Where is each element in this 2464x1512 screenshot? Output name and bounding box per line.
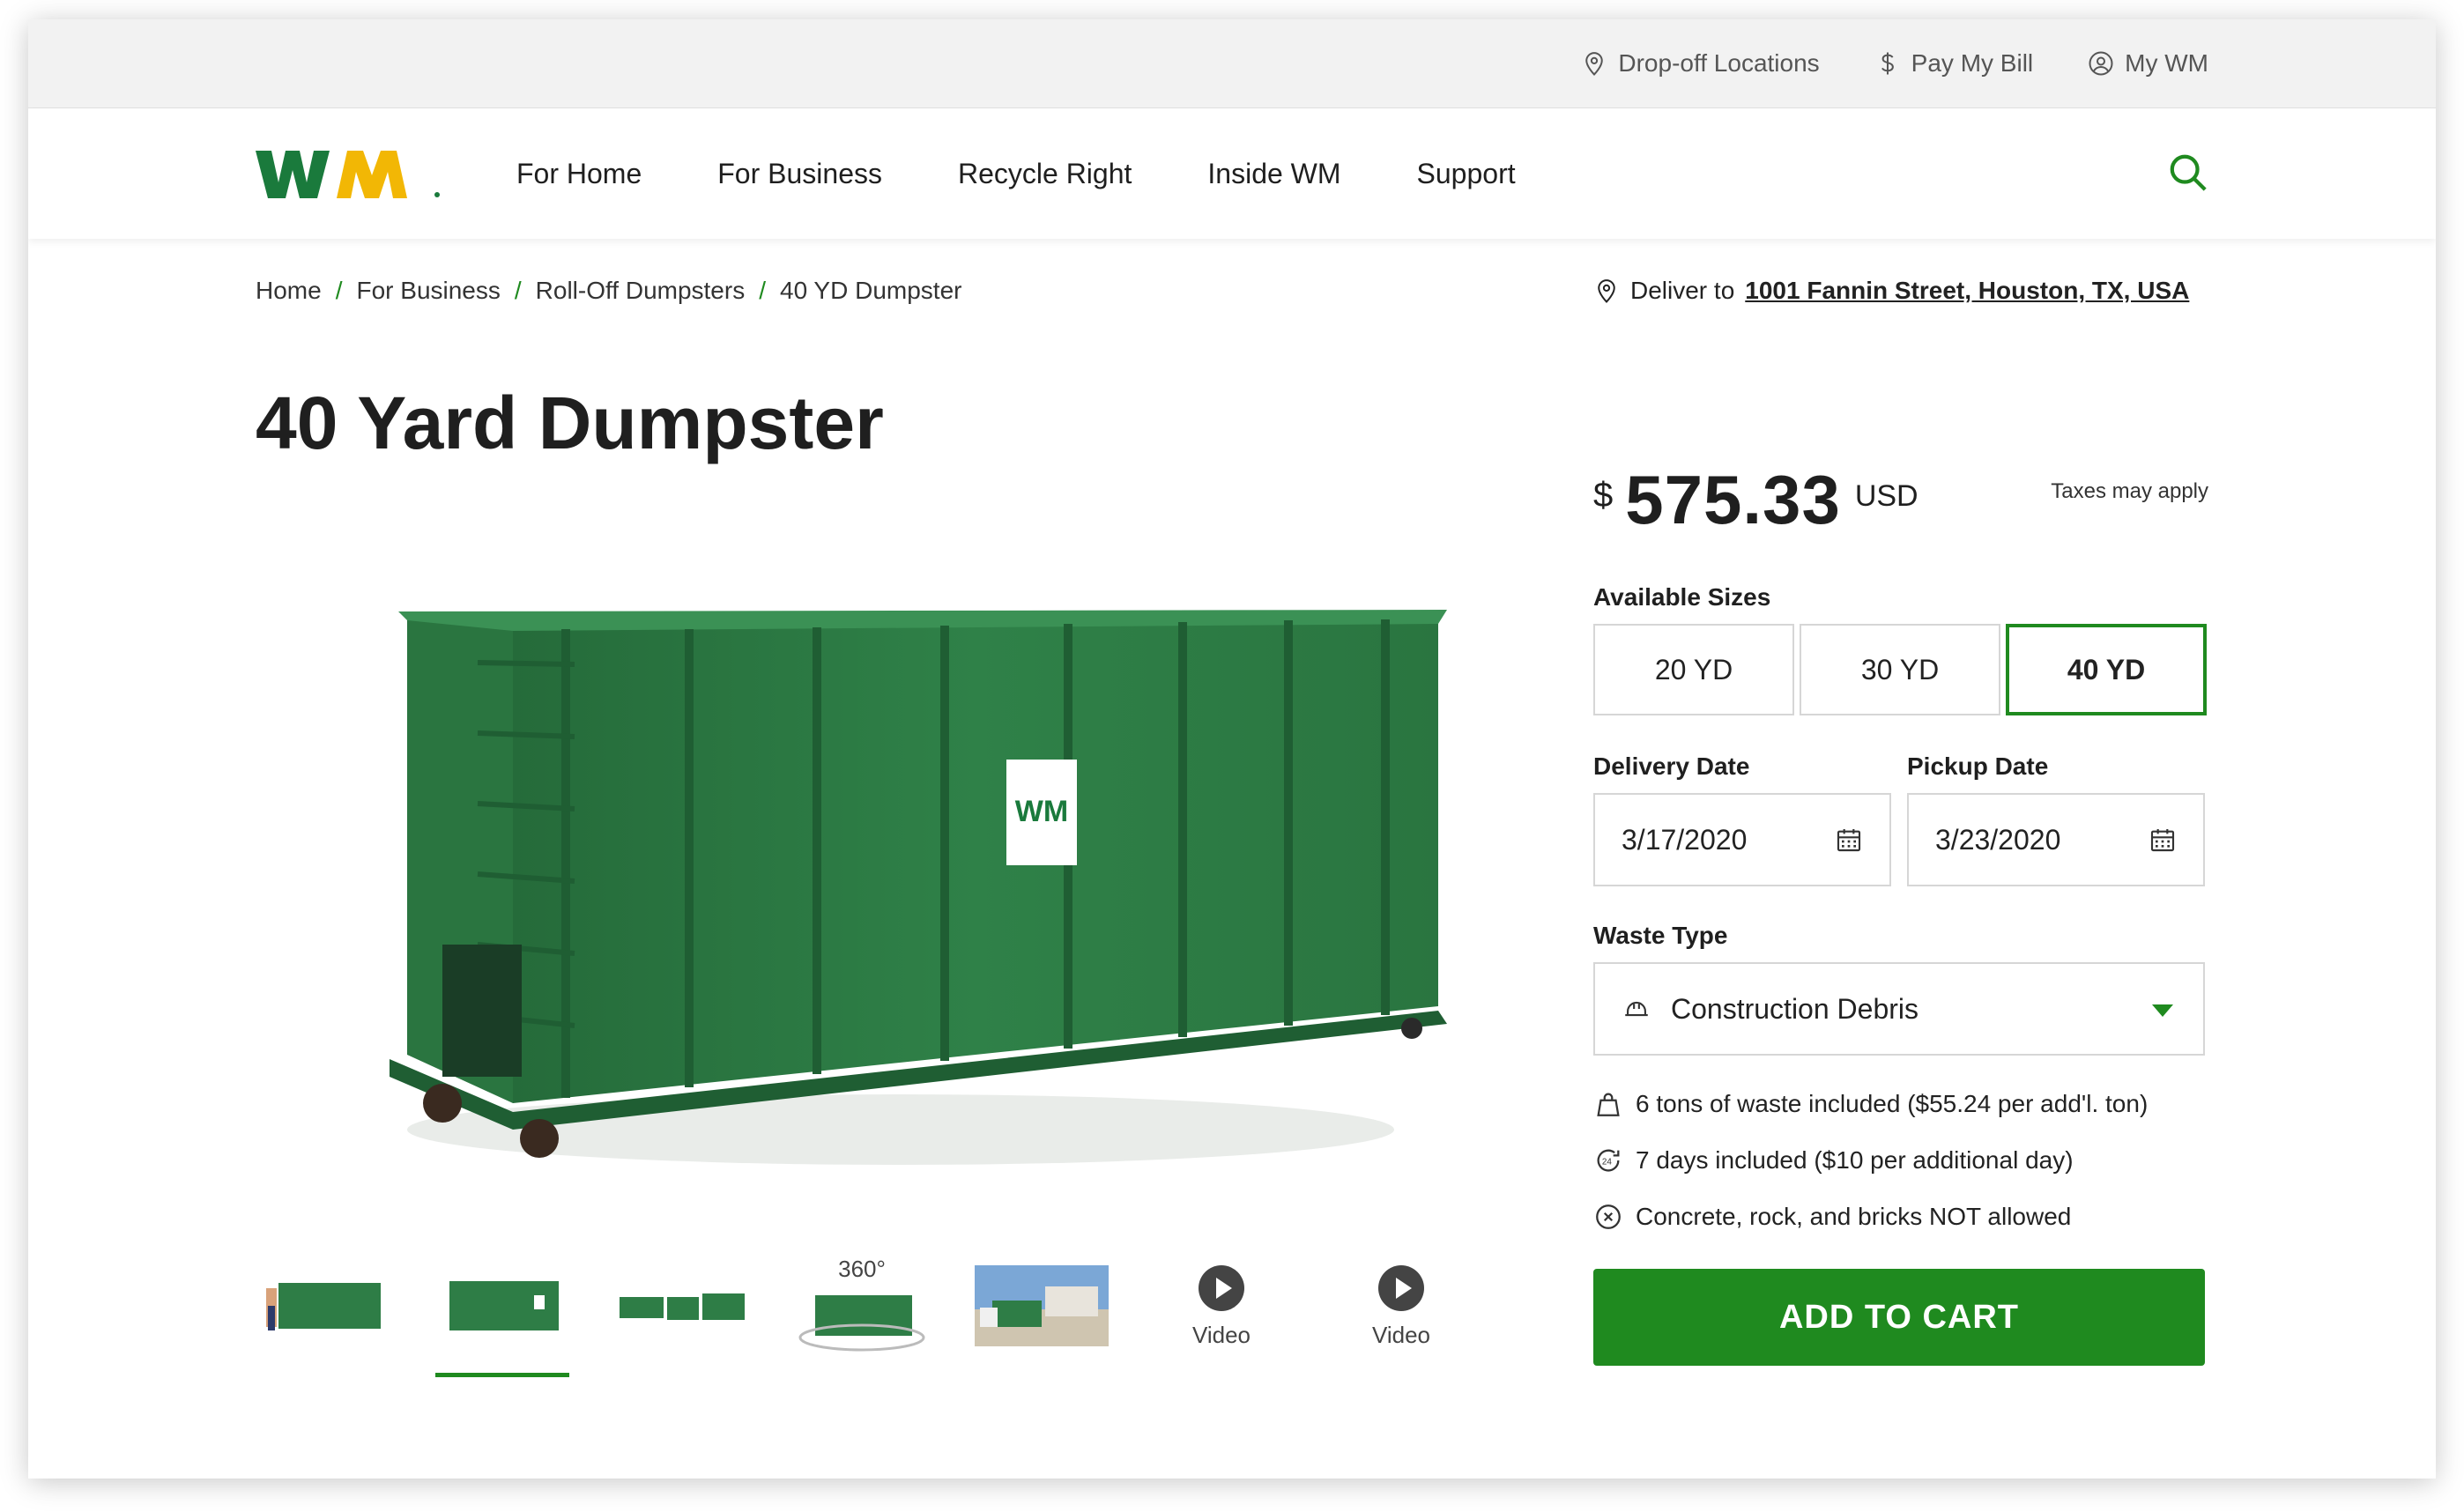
thumbnail-delivery-truck-photo[interactable] bbox=[975, 1253, 1109, 1359]
pickup-date-input[interactable]: 3/23/2020 bbox=[1907, 793, 2205, 886]
my-wm-label: My WM bbox=[2125, 49, 2208, 77]
feature-not-allowed: Concrete, rock, and bricks NOT allowed bbox=[1593, 1202, 2071, 1232]
waste-type-label: Waste Type bbox=[1593, 922, 1728, 949]
thumbnail-video-1[interactable]: Video bbox=[1154, 1253, 1288, 1359]
delivery-address-link[interactable]: 1001 Fannin Street, Houston, TX, USA bbox=[1745, 277, 2189, 305]
thumbnail-360-view[interactable]: 360° bbox=[795, 1253, 929, 1359]
location-pin-icon bbox=[1585, 52, 1604, 76]
location-pin-icon bbox=[1598, 279, 1615, 303]
dumpster-thumbnail-image bbox=[266, 1283, 381, 1330]
video-label: Video bbox=[1191, 1321, 1251, 1348]
dollar-icon bbox=[1881, 52, 1894, 75]
wm-logo[interactable] bbox=[256, 147, 444, 202]
delivery-photo-image bbox=[975, 1265, 1109, 1346]
breadcrumb: Home / For Business / Roll-Off Dumpsters… bbox=[256, 277, 961, 305]
deliver-to-label: Deliver to bbox=[1630, 277, 1735, 304]
rotate-360-icon bbox=[798, 1294, 925, 1351]
available-sizes-label: Available Sizes bbox=[1593, 583, 1771, 611]
calendar-icon[interactable] bbox=[1835, 826, 1863, 854]
hard-hat-icon bbox=[1625, 1001, 1648, 1017]
breadcrumb-current: 40 YD Dumpster bbox=[780, 277, 962, 304]
size-selector: 20 YD 30 YD 40 YD bbox=[1593, 624, 2207, 715]
spin-360-label: 360° bbox=[838, 1255, 886, 1282]
menu-item-support[interactable]: Support bbox=[1417, 158, 1516, 190]
menu-item-recycle-right[interactable]: Recycle Right bbox=[958, 158, 1132, 190]
weight-icon bbox=[1597, 1093, 1620, 1116]
video-label: Video bbox=[1371, 1321, 1431, 1348]
delivery-date-label: Delivery Date bbox=[1593, 752, 1750, 780]
play-icon bbox=[1378, 1264, 1424, 1311]
feature-tons-included: 6 tons of waste included ($55.24 per add… bbox=[1593, 1089, 2148, 1119]
calendar-icon[interactable] bbox=[2149, 826, 2177, 854]
breadcrumb-separator: / bbox=[335, 277, 343, 304]
size-option-30yd[interactable]: 30 YD bbox=[1800, 624, 2000, 715]
chevron-down-icon bbox=[2152, 1004, 2173, 1017]
dumpster-product-image: WM bbox=[390, 610, 1447, 1165]
feature-days-included: 24 7 days included ($10 per additional d… bbox=[1593, 1145, 2074, 1175]
waste-type-select[interactable]: Construction Debris bbox=[1593, 962, 2205, 1056]
drop-off-locations-link[interactable]: Drop-off Locations bbox=[1581, 49, 1820, 78]
size-option-40yd[interactable]: 40 YD bbox=[2006, 624, 2207, 715]
menu-item-for-home[interactable]: For Home bbox=[516, 158, 642, 190]
pickup-date-label: Pickup Date bbox=[1907, 752, 2049, 780]
pay-my-bill-link[interactable]: Pay My Bill bbox=[1874, 49, 2033, 78]
delivery-date-input[interactable]: 3/17/2020 bbox=[1593, 793, 1891, 886]
delivery-date-value: 3/17/2020 bbox=[1622, 823, 1748, 856]
taxes-note: Taxes may apply bbox=[2051, 479, 2208, 503]
clock-24-icon: 24 bbox=[1597, 1149, 1620, 1172]
svg-text:24: 24 bbox=[1602, 1157, 1613, 1167]
active-thumbnail-indicator bbox=[435, 1373, 569, 1377]
breadcrumb-roll-off-dumpsters[interactable]: Roll-Off Dumpsters bbox=[536, 277, 746, 305]
my-wm-link[interactable]: My WM bbox=[2088, 49, 2208, 78]
svg-text:WM: WM bbox=[1015, 795, 1068, 828]
drop-off-locations-label: Drop-off Locations bbox=[1618, 49, 1820, 77]
pay-my-bill-label: Pay My Bill bbox=[1911, 49, 2034, 77]
utility-bar: Drop-off Locations Pay My Bill My WM bbox=[28, 19, 2436, 108]
menu-item-for-business[interactable]: For Business bbox=[717, 158, 882, 190]
primary-menu: For Home For Business Recycle Right Insi… bbox=[516, 108, 1516, 239]
currency-symbol: $ bbox=[1593, 476, 1614, 515]
waste-type-value: Construction Debris bbox=[1671, 992, 1919, 1025]
search-icon[interactable] bbox=[2168, 152, 2208, 193]
feature-not-allowed-text: Concrete, rock, and bricks NOT allowed bbox=[1636, 1203, 2072, 1230]
breadcrumb-separator: / bbox=[759, 277, 766, 304]
feature-tons-text: 6 tons of waste included ($55.24 per add… bbox=[1636, 1090, 2149, 1117]
delivery-location: Deliver to 1001 Fannin Street, Houston, … bbox=[1593, 277, 2189, 305]
currency-code: USD bbox=[1854, 479, 1919, 513]
dumpster-thumbnail-image bbox=[449, 1281, 559, 1330]
page-frame: Drop-off Locations Pay My Bill My WM For… bbox=[28, 19, 2436, 1479]
breadcrumb-for-business[interactable]: For Business bbox=[356, 277, 500, 305]
utility-links: Drop-off Locations Pay My Bill My WM bbox=[1581, 19, 2208, 107]
x-circle-icon bbox=[1596, 1204, 1621, 1229]
main-nav: For Home For Business Recycle Right Insi… bbox=[28, 108, 2436, 239]
thumbnail-dumpster-with-person[interactable] bbox=[256, 1253, 390, 1359]
add-to-cart-button[interactable]: ADD TO CART bbox=[1593, 1269, 2205, 1366]
dumpster-thumbnail-image bbox=[620, 1293, 745, 1320]
menu-item-inside-wm[interactable]: Inside WM bbox=[1207, 158, 1340, 190]
pickup-date-value: 3/23/2020 bbox=[1935, 823, 2061, 856]
thumbnail-multiple-dumpsters[interactable] bbox=[615, 1253, 749, 1359]
page-title: 40 Yard Dumpster bbox=[256, 382, 884, 464]
feature-days-text: 7 days included ($10 per additional day) bbox=[1636, 1146, 2074, 1174]
price-amount: 575.33 bbox=[1625, 461, 1841, 538]
play-icon bbox=[1199, 1264, 1244, 1311]
thumbnail-dumpster-side[interactable] bbox=[435, 1253, 569, 1359]
user-circle-icon bbox=[2089, 51, 2113, 76]
thumbnail-video-2[interactable]: Video bbox=[1334, 1253, 1468, 1359]
price-display: $ 575.33 USD bbox=[1593, 460, 1919, 540]
breadcrumb-separator: / bbox=[514, 277, 522, 304]
size-option-20yd[interactable]: 20 YD bbox=[1593, 624, 1794, 715]
breadcrumb-home[interactable]: Home bbox=[256, 277, 322, 305]
